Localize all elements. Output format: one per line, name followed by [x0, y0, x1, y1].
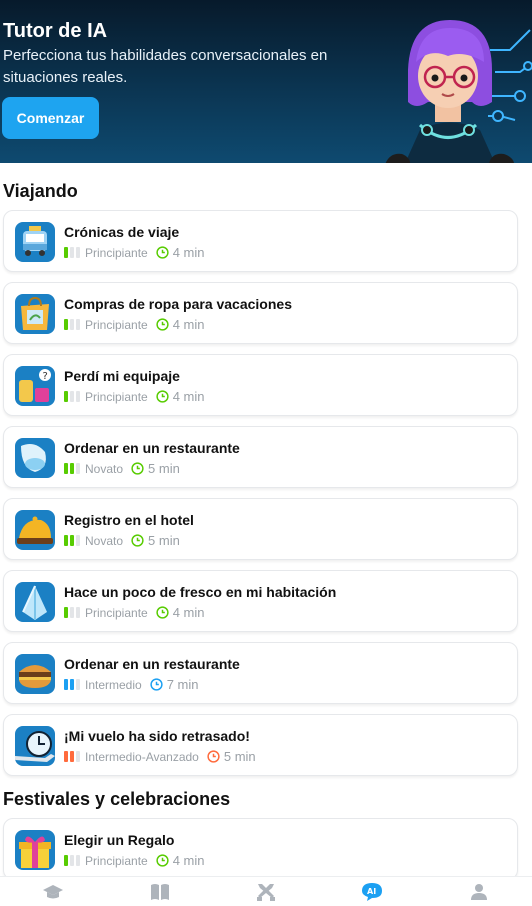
level-label: Principiante [85, 605, 148, 620]
lesson-title: Registro en el hotel [64, 512, 194, 528]
level-label: Novato [85, 461, 124, 476]
level-bars [64, 463, 80, 474]
luggage-icon: ? [15, 366, 55, 406]
lesson-meta: Principiante 4 min [64, 245, 205, 260]
lesson-card[interactable]: Ordenar en un restaurante Intermedio 7 m… [3, 642, 518, 704]
section-title-festivals: Festivales y celebraciones [3, 789, 231, 809]
lesson-title: Hace un poco de fresco en mi habitación [64, 584, 337, 600]
level-bars [64, 247, 80, 258]
lesson-title: ¡Mi vuelo ha sido retrasado! [64, 728, 250, 744]
level-bars [64, 679, 80, 690]
level-label: Principiante [85, 317, 148, 332]
duration-label: 4 min [172, 317, 205, 332]
lesson-title: Compras de ropa para vacaciones [64, 296, 292, 312]
ai-tutor-mascot-icon [385, 20, 532, 163]
lesson-meta: Principiante 4 min [64, 317, 205, 332]
shopping-bag-icon [15, 294, 55, 334]
level-label: Principiante [85, 853, 148, 868]
duration-label: 4 min [172, 245, 205, 260]
lesson-card[interactable]: Ordenar en un restaurante Novato 5 min [3, 426, 518, 488]
lesson-card[interactable]: Elegir un Regalo Principiante 4 min [3, 818, 518, 880]
lesson-title: Crónicas de viaje [64, 224, 180, 240]
level-bars [64, 535, 80, 546]
lesson-title: Elegir un Regalo [64, 832, 175, 848]
duration-label: 4 min [172, 605, 205, 620]
lesson-meta: Intermedio 7 min [64, 677, 199, 692]
graduation-cap-icon [43, 884, 64, 898]
lesson-card[interactable]: Crónicas de viaje Principiante 4 min [3, 210, 518, 272]
svg-text:?: ? [43, 371, 48, 382]
duration-label: 5 min [148, 461, 180, 476]
lesson-card[interactable]: Hace un poco de fresco en mi habitación … [3, 570, 518, 632]
duration-label: 5 min [148, 533, 180, 548]
lesson-meta: Principiante 4 min [64, 853, 205, 868]
level-label: Intermedio [85, 677, 142, 692]
hero-banner: Tutor de IA Perfecciona tus habilidades … [0, 0, 532, 163]
hero-title: Tutor de IA [3, 20, 108, 42]
clock-icon [156, 606, 169, 619]
start-button[interactable]: Comenzar [2, 97, 99, 139]
level-bars [64, 391, 80, 402]
svg-text:AI: AI [367, 887, 376, 896]
lesson-meta: Novato 5 min [64, 533, 180, 548]
ai-chat-icon: AI [362, 882, 383, 901]
tab-learn[interactable] [33, 877, 73, 906]
lesson-title: Ordenar en un restaurante [64, 656, 240, 672]
level-bars [64, 751, 80, 762]
tab-ai-tutor[interactable]: AI [352, 877, 392, 906]
lesson-card[interactable]: ? Perdí mi equipaje Principiante 4 min [3, 354, 518, 416]
tab-stories[interactable] [140, 877, 180, 906]
clock-icon [207, 750, 220, 763]
duration-label: 4 min [172, 389, 205, 404]
hero-subtitle: Perfecciona tus habilidades conversacion… [3, 47, 328, 86]
tab-profile[interactable] [459, 877, 499, 906]
profile-icon [470, 883, 487, 900]
hotel-bell-icon [15, 510, 55, 550]
tab-challenges[interactable] [246, 877, 286, 906]
clock-icon [156, 246, 169, 259]
level-label: Principiante [85, 245, 148, 260]
lesson-card[interactable]: Compras de ropa para vacaciones Principi… [3, 282, 518, 344]
level-bars [64, 319, 80, 330]
clock-icon [131, 534, 144, 547]
lesson-meta: Intermedio-Avanzado 5 min [64, 749, 256, 764]
level-label: Intermedio-Avanzado [85, 749, 199, 764]
sandwich-icon [15, 654, 55, 694]
level-bars [64, 855, 80, 866]
lesson-card[interactable]: ¡Mi vuelo ha sido retrasado! Intermedio-… [3, 714, 518, 776]
bus-icon [15, 222, 55, 262]
crossed-swords-icon [256, 883, 275, 901]
lesson-meta: Principiante 4 min [64, 605, 205, 620]
level-bars [64, 607, 80, 618]
duration-label: 7 min [166, 677, 199, 692]
lesson-title: Perdí mi equipaje [64, 368, 180, 384]
duration-label: 4 min [172, 853, 205, 868]
clock-icon [150, 678, 163, 691]
lesson-card[interactable]: Registro en el hotel Novato 5 min [3, 498, 518, 560]
section-title-travel: Viajando [3, 181, 78, 201]
book-icon [150, 883, 169, 900]
lesson-meta: Principiante 4 min [64, 389, 205, 404]
level-label: Principiante [85, 389, 148, 404]
lesson-meta: Novato 5 min [64, 461, 180, 476]
clock-icon [156, 854, 169, 867]
duration-label: 5 min [223, 749, 256, 764]
clock-icon [156, 390, 169, 403]
airplane-clock-icon [15, 726, 55, 766]
gift-icon [15, 830, 55, 870]
level-label: Novato [85, 533, 124, 548]
clock-icon [131, 462, 144, 475]
lesson-title: Ordenar en un restaurante [64, 440, 240, 456]
wine-glass-icon [15, 438, 55, 478]
ice-crystal-icon [15, 582, 55, 622]
clock-icon [156, 318, 169, 331]
bottom-tab-bar: AI [0, 876, 532, 906]
